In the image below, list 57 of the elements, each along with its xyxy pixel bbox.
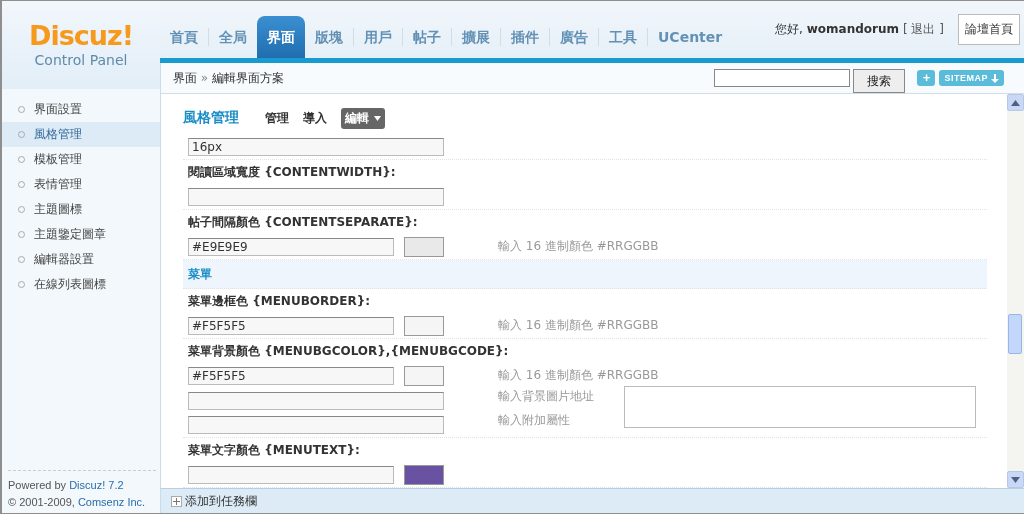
section-heading: 菜單 bbox=[188, 265, 212, 283]
color-input[interactable]: #E9E9E9 bbox=[188, 237, 394, 256]
add-to-taskbar-link[interactable]: 添加到任務欄 bbox=[171, 492, 257, 510]
plus-icon bbox=[171, 495, 182, 507]
content-tab[interactable]: 導入 bbox=[303, 109, 327, 127]
color-swatch[interactable] bbox=[404, 464, 444, 485]
search-button[interactable]: 搜索 bbox=[853, 69, 906, 93]
color-input[interactable]: #F5F5F5 bbox=[188, 366, 394, 385]
logout-link[interactable]: [ 退出 ] bbox=[903, 21, 944, 38]
sidebar-item[interactable]: 編輯器設置 bbox=[2, 247, 160, 272]
setting-label: 閱讀區域寬度 {CONTENTWIDTH}: bbox=[188, 163, 396, 181]
user-greeting: 您好, womandorum bbox=[775, 21, 899, 38]
color-swatch[interactable] bbox=[404, 236, 444, 257]
down-arrow-icon bbox=[991, 73, 999, 83]
color-swatch[interactable] bbox=[404, 365, 444, 386]
color-swatch[interactable] bbox=[404, 315, 444, 336]
sidebar-item[interactable]: 風格管理 bbox=[2, 122, 160, 147]
hint-text: 輸入 16 進制顏色 #RRGGBB bbox=[498, 367, 659, 384]
scroll-up-button[interactable] bbox=[1007, 94, 1024, 111]
page-title: 風格管理 bbox=[183, 109, 239, 127]
hint-text: 輸入附加屬性 bbox=[498, 412, 571, 429]
copyright-text: © 2001-2009, bbox=[8, 496, 75, 508]
color-input[interactable]: #F5F5F5 bbox=[188, 316, 394, 335]
logo: Discuz! bbox=[29, 21, 133, 51]
sidebar-item[interactable]: 主題圖標 bbox=[2, 197, 160, 222]
footer-text: Powered by bbox=[8, 479, 67, 491]
color-input[interactable] bbox=[188, 465, 394, 484]
sidebar-item[interactable]: 在線列表圖標 bbox=[2, 272, 160, 297]
hint-text: 輸入背景圖片地址 bbox=[498, 388, 594, 405]
sidebar-item[interactable]: 界面設置 bbox=[2, 97, 160, 122]
text-input[interactable] bbox=[188, 187, 444, 206]
sidebar-item[interactable]: 模板管理 bbox=[2, 147, 160, 172]
content-tab[interactable]: 管理 bbox=[265, 109, 289, 127]
logo-subtitle: Control Panel bbox=[34, 51, 128, 69]
sidebar-item[interactable]: 主題鑒定圖章 bbox=[2, 222, 160, 247]
product-link[interactable]: Discuz! 7.2 bbox=[69, 479, 124, 491]
setting-label: 帖子間隔顏色 {CONTENTSEPARATE}: bbox=[188, 213, 418, 231]
down-arrow-icon bbox=[1011, 476, 1020, 483]
forum-home-button[interactable]: 論壇首頁 bbox=[958, 14, 1020, 45]
search-field[interactable] bbox=[714, 69, 851, 87]
company-link[interactable]: Comsenz Inc. bbox=[77, 496, 146, 508]
scroll-down-button[interactable] bbox=[1007, 471, 1024, 488]
hint-text: 輸入 16 進制顏色 #RRGGBB bbox=[498, 317, 659, 334]
scrollbar-thumb[interactable] bbox=[1008, 314, 1022, 354]
nav-tab[interactable]: 界面 bbox=[257, 16, 305, 58]
text-input[interactable]: 16px bbox=[188, 137, 444, 156]
setting-label: 菜單文字顏色 {MENUTEXT}: bbox=[188, 441, 360, 459]
text-input[interactable] bbox=[188, 392, 444, 410]
sidebar-item[interactable]: 表情管理 bbox=[2, 172, 160, 197]
setting-label: 菜單邊框色 {MENUBORDER}: bbox=[188, 292, 370, 310]
textarea-field[interactable] bbox=[624, 386, 976, 428]
up-arrow-icon bbox=[1011, 99, 1020, 106]
content-tab[interactable]: 編輯 bbox=[341, 107, 385, 129]
breadcrumb: 界面 » 編輯界面方案 bbox=[173, 69, 284, 87]
text-input[interactable] bbox=[188, 416, 444, 434]
hint-text: 輸入 16 進制顏色 #RRGGBB bbox=[498, 238, 659, 255]
setting-label: 菜單背景顏色 {MENUBGCOLOR},{MENUBGCODE}: bbox=[188, 342, 509, 360]
